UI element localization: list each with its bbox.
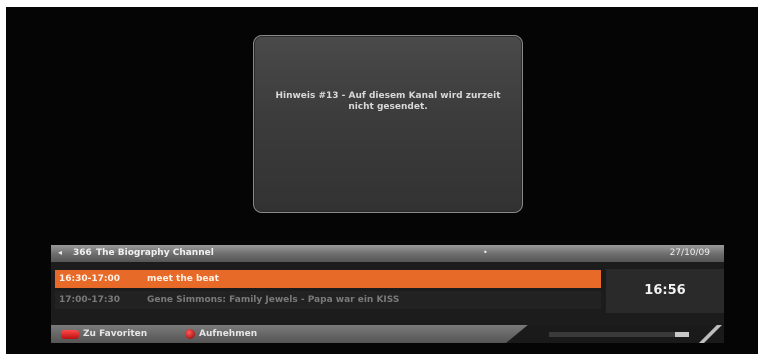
channel-header: ◂ 366 The Biography Channel • 27/10/09	[51, 245, 724, 262]
channel-info-bar: ◂ 366 The Biography Channel • 27/10/09 1…	[51, 245, 724, 343]
notice-message: Hinweis #13 - Auf diesem Kanal wird zurz…	[275, 91, 501, 112]
program-time: 16:30-17:00	[59, 274, 121, 284]
indicator-dot-icon: •	[483, 248, 488, 257]
record-icon	[185, 329, 195, 339]
tv-screen: Hinweis #13 - Auf diesem Kanal wird zurz…	[6, 7, 758, 354]
favorites-button[interactable]: Zu Favoriten	[61, 328, 147, 340]
favorites-label: Zu Favoriten	[83, 329, 148, 339]
channel-date: 27/10/09	[669, 248, 710, 258]
signal-strength-fill	[549, 332, 675, 337]
clock-time: 16:56	[644, 283, 686, 298]
signal-strength-bar	[549, 332, 689, 337]
red-key-icon	[61, 329, 79, 339]
program-row-current[interactable]: 16:30-17:00 meet the beat	[55, 270, 601, 288]
clock-box: 16:56	[606, 269, 724, 313]
corner-slash-icon	[696, 325, 724, 343]
record-button[interactable]: Aufnehmen	[185, 328, 257, 340]
notice-dialog: Hinweis #13 - Auf diesem Kanal wird zurz…	[253, 35, 523, 213]
arrow-left-icon[interactable]: ◂	[58, 248, 62, 257]
channel-number: 366	[73, 248, 92, 258]
program-row-next[interactable]: 17:00-17:30 Gene Simmons: Family Jewels …	[55, 291, 601, 309]
channel-name: The Biography Channel	[96, 248, 214, 258]
program-time: 17:00-17:30	[59, 295, 121, 305]
record-label: Aufnehmen	[199, 329, 258, 339]
program-title: meet the beat	[147, 274, 219, 284]
program-title: Gene Simmons: Family Jewels - Papa war e…	[147, 295, 400, 305]
